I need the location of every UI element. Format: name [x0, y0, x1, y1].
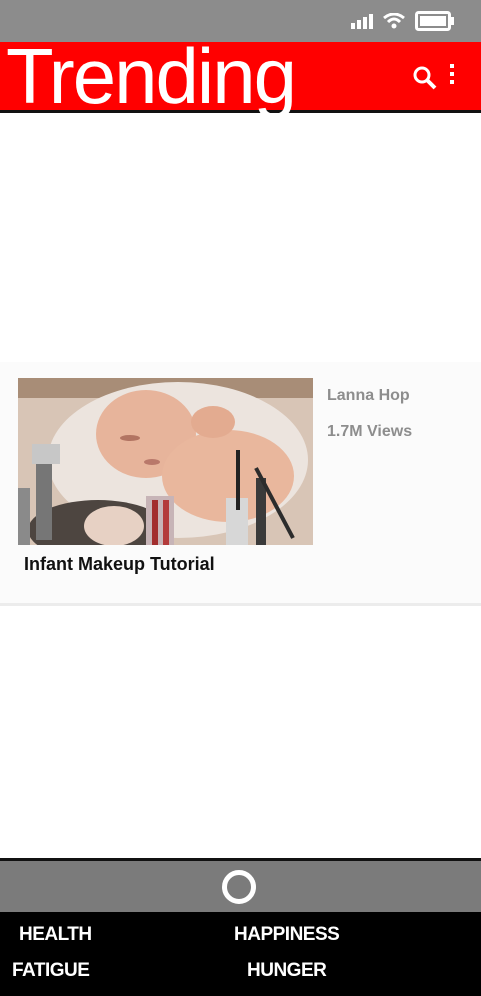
video-title[interactable]: Infant Makeup Tutorial [24, 554, 215, 575]
status-icons [351, 11, 455, 31]
stats-panel: HEALTH HAPPINESS FATIGUE HUNGER [0, 912, 481, 996]
stat-happiness: HAPPINESS [234, 924, 340, 945]
wifi-icon [383, 13, 405, 29]
search-icon[interactable] [411, 64, 439, 92]
channel-name[interactable]: Lanna Hop [327, 387, 410, 405]
stat-hunger: HUNGER [247, 960, 327, 981]
video-thumbnail[interactable] [18, 378, 313, 545]
home-icon[interactable] [222, 870, 256, 904]
stat-fatigue: FATIGUE [12, 960, 90, 981]
header: Trending [0, 36, 481, 116]
stat-health: HEALTH [19, 924, 92, 945]
bottom-bar [0, 858, 481, 912]
view-count: 1.7M Views [327, 423, 413, 440]
battery-icon [415, 11, 455, 31]
signal-icon [351, 13, 373, 29]
menu-icon[interactable] [449, 64, 455, 88]
page-title: Trending [6, 32, 297, 120]
video-card[interactable]: Lanna Hop 1.7M Views Infant Makeup Tutor… [0, 362, 481, 606]
